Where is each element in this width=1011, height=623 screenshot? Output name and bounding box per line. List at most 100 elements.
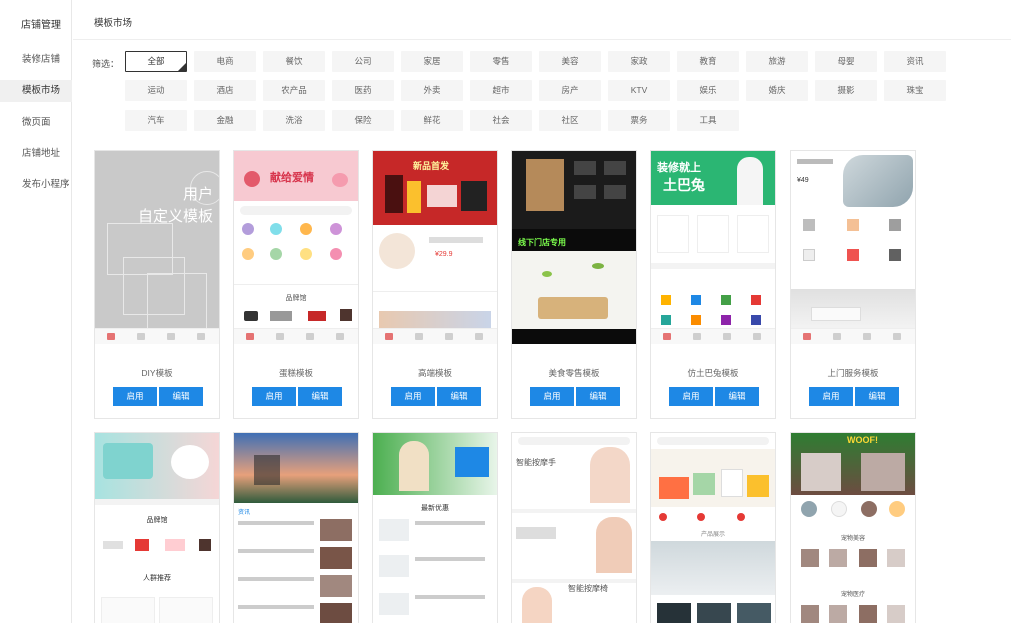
filter-chip[interactable]: 零售 — [470, 51, 532, 72]
filter-chip[interactable]: 家政 — [608, 51, 670, 72]
template-thumbnail[interactable]: 智能按摩手 智能按摩椅 — [512, 433, 636, 623]
filter-chip[interactable]: 汽车 — [125, 110, 187, 131]
edit-button[interactable]: 编辑 — [855, 387, 899, 406]
thumb-banner: 新品首发 — [413, 161, 450, 171]
sidebar-item-publish-miniprogram[interactable]: 发布小程序 — [0, 174, 72, 196]
edit-button[interactable]: 编辑 — [298, 387, 342, 406]
filter-chip[interactable]: KTV — [608, 80, 670, 101]
filter-chip[interactable]: 资讯 — [884, 51, 946, 72]
sidebar-item-decorate-store[interactable]: 装修店铺 — [0, 49, 72, 71]
thumb-shop-sign: WOOF! — [847, 435, 878, 445]
filter-chip[interactable]: 医药 — [332, 80, 394, 101]
edit-button[interactable]: 编辑 — [437, 387, 481, 406]
template-name: 蛋糕模板 — [278, 368, 313, 378]
apply-button[interactable]: 启用 — [391, 387, 435, 406]
filter-label: 筛选： — [92, 59, 120, 69]
edit-button[interactable]: 编辑 — [576, 387, 620, 406]
template-thumbnail[interactable]: 资讯 — [234, 433, 358, 623]
template-card-home-service: ¥49 上门服务模板 启用 编辑 — [790, 150, 916, 419]
template-card-row2-1: 品牌馆 人群推荐 — [94, 432, 220, 623]
sidebar-item-template-market[interactable]: 模板市场 — [0, 80, 72, 102]
thumb-text-user: 用户 — [182, 186, 213, 203]
filter-chip[interactable]: 保险 — [332, 110, 394, 131]
template-card-diy: 用户 自定义模板 DIY模板 启用 编辑 — [94, 150, 220, 419]
page-title: 模板市场 — [94, 18, 133, 29]
filter-chip[interactable]: 教育 — [677, 51, 739, 72]
thumb-news-tab: 资讯 — [238, 510, 251, 516]
template-thumbnail[interactable]: ¥49 — [791, 151, 915, 344]
template-card-row2-3: 最新优惠 — [372, 432, 498, 623]
template-thumbnail[interactable]: 装修就上 土巴兔 — [651, 151, 775, 344]
filter-chip[interactable]: 工具 — [677, 110, 739, 131]
template-thumbnail[interactable]: 新品首发 ¥29.9 — [373, 151, 497, 344]
thumb-medical: 宠物医疗 — [840, 592, 865, 598]
thumb-product-2: 智能按摩椅 — [568, 584, 608, 593]
template-thumbnail[interactable]: 产品展示 — [651, 433, 775, 623]
sidebar-item-micro-page[interactable]: 微页面 — [0, 112, 72, 134]
filter-chip[interactable]: 旅游 — [746, 51, 808, 72]
thumb-line2: 土巴兔 — [663, 177, 705, 193]
filter-chip[interactable]: 票务 — [608, 110, 670, 131]
template-card-tubatu: 装修就上 土巴兔 仿土巴兔模板 启用 编辑 — [650, 150, 776, 419]
thumb-product-1: 智能按摩手 — [516, 458, 556, 467]
template-name: 美食零售模板 — [548, 368, 600, 378]
filter-chip[interactable]: 家居 — [401, 51, 463, 72]
filter-chip[interactable]: 婚庆 — [746, 80, 808, 101]
template-thumbnail[interactable]: 献给爱情 品牌馆 — [234, 151, 358, 344]
thumb-price: ¥29.9 — [435, 251, 453, 258]
filter-chip[interactable]: 运动 — [125, 80, 187, 101]
filter-chip[interactable]: 公司 — [332, 51, 394, 72]
template-thumbnail[interactable]: 最新优惠 — [373, 433, 497, 623]
filter-chip[interactable]: 电商 — [194, 51, 256, 72]
thumb-banner: 线下门店专用 — [518, 238, 566, 247]
template-name: 仿土巴兔模板 — [687, 368, 739, 378]
filter-chip[interactable]: 鲜花 — [401, 110, 463, 131]
thumb-beauty: 宠物美容 — [840, 536, 865, 542]
template-thumbnail[interactable]: 用户 自定义模板 — [95, 151, 219, 344]
thumb-banner: 献给爱情 — [270, 172, 314, 184]
thumb-offer: 最新优惠 — [421, 505, 449, 512]
sidebar: 店铺管理 装修店铺 模板市场 微页面 店铺地址 发布小程序 — [0, 0, 72, 623]
filter-chip[interactable]: 美容 — [539, 51, 601, 72]
thumb-brand: 品牌馆 — [146, 517, 168, 524]
thumb-price: ¥49 — [797, 177, 809, 184]
filter-chip[interactable]: 摄影 — [815, 80, 877, 101]
thumb-section-title: 品牌馆 — [285, 295, 307, 302]
template-thumbnail[interactable]: 线下门店专用 — [512, 151, 636, 344]
thumb-products: 产品展示 — [700, 532, 725, 538]
filter-chip[interactable]: 金融 — [194, 110, 256, 131]
filter-chip[interactable]: 酒店 — [194, 80, 256, 101]
filter-chip[interactable]: 社会 — [470, 110, 532, 131]
template-thumbnail[interactable]: WOOF! 宠物美容 宠物医疗 — [791, 433, 915, 623]
edit-button[interactable]: 编辑 — [715, 387, 759, 406]
filter-chip[interactable]: 外卖 — [401, 80, 463, 101]
template-card-row2-5: 产品展示 — [650, 432, 776, 623]
filter-chip[interactable]: 房产 — [539, 80, 601, 101]
template-card-food-retail: 线下门店专用 美食零售模板 启用 编辑 — [511, 150, 637, 419]
template-name: 上门服务模板 — [827, 368, 879, 378]
template-card-row2-2: 资讯 — [233, 432, 359, 623]
template-thumbnail[interactable]: 品牌馆 人群推荐 — [95, 433, 219, 623]
template-card-premium: 新品首发 ¥29.9 高端模板 启用 编辑 — [372, 150, 498, 419]
filter-chip[interactable]: 全部 — [125, 51, 187, 72]
apply-button[interactable]: 启用 — [252, 387, 296, 406]
template-card-row2-4: 智能按摩手 智能按摩椅 — [511, 432, 637, 623]
apply-button[interactable]: 启用 — [809, 387, 853, 406]
apply-button[interactable]: 启用 — [530, 387, 574, 406]
filter-chip[interactable]: 超市 — [470, 80, 532, 101]
apply-button[interactable]: 启用 — [669, 387, 713, 406]
filter-chip[interactable]: 洗浴 — [263, 110, 325, 131]
filter-chip[interactable]: 农产品 — [263, 80, 325, 101]
filter-chip[interactable]: 社区 — [539, 110, 601, 131]
template-name: 高端模板 — [417, 368, 452, 378]
edit-button[interactable]: 编辑 — [159, 387, 203, 406]
template-card-cake: 献给爱情 品牌馆 蛋糕模板 启用 编辑 — [233, 150, 359, 419]
page-header: 模板市场 — [73, 0, 1011, 40]
filter-chip[interactable]: 母婴 — [815, 51, 877, 72]
filter-chip[interactable]: 珠宝 — [884, 80, 946, 101]
filter-chip[interactable]: 餐饮 — [263, 51, 325, 72]
sidebar-title: 店铺管理 — [21, 20, 61, 31]
filter-chip[interactable]: 娱乐 — [677, 80, 739, 101]
sidebar-item-store-address[interactable]: 店铺地址 — [0, 143, 72, 165]
apply-button[interactable]: 启用 — [113, 387, 157, 406]
